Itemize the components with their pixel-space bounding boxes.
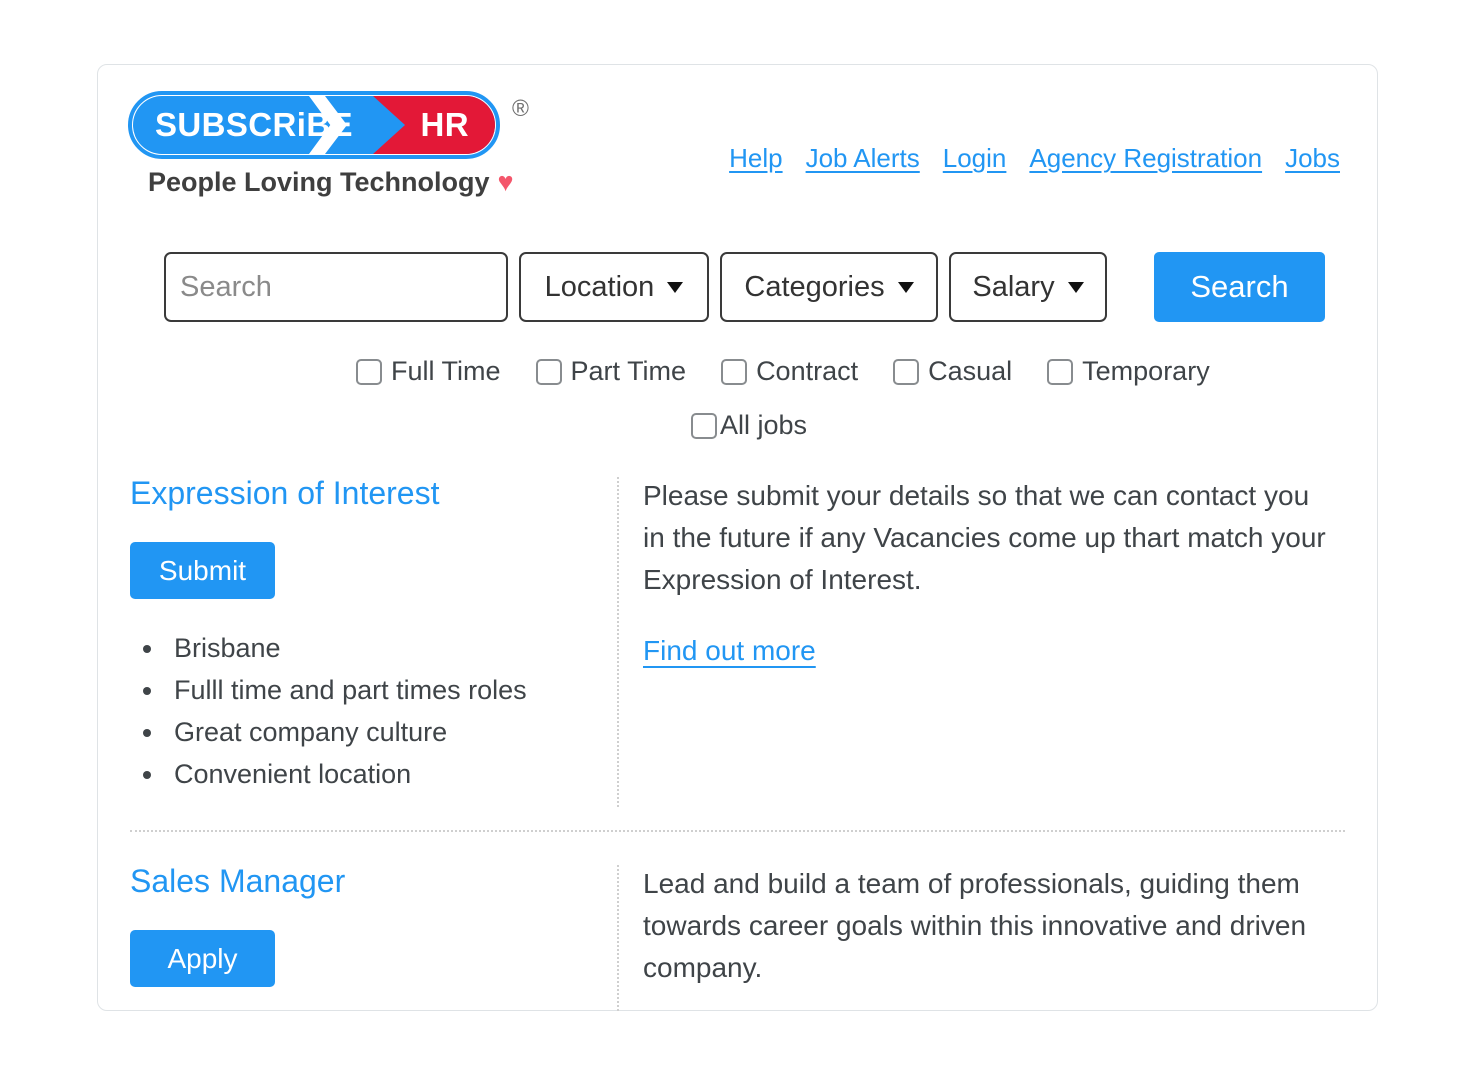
list-item: Great company culture: [166, 711, 615, 753]
brand-tagline-text: People Loving Technology: [148, 167, 490, 197]
listing-right-column: Please submit your details so that we ca…: [643, 475, 1328, 667]
job-search-bar: Location Categories Salary Search: [164, 252, 1325, 322]
checkbox-temporary[interactable]: Temporary: [1047, 356, 1210, 387]
checkbox-full-time[interactable]: Full Time: [356, 356, 501, 387]
apply-button[interactable]: Apply: [130, 930, 275, 987]
checkbox-label: Contract: [756, 356, 859, 386]
registered-trademark-icon: ®: [512, 95, 529, 121]
nav-link-help[interactable]: Help: [729, 143, 782, 174]
search-input[interactable]: [164, 252, 508, 322]
checkbox-icon[interactable]: [721, 358, 748, 385]
listing-description: Lead and build a team of professionals, …: [643, 868, 1307, 983]
listing-left-column: Sales Manager Apply: [130, 863, 615, 987]
heart-icon: ♥: [497, 167, 514, 197]
checkbox-contract[interactable]: Contract: [721, 356, 858, 387]
listing-title[interactable]: Sales Manager: [130, 863, 615, 900]
job-type-filter-row: Full Time Part Time Contract Casual Temp…: [356, 356, 1210, 387]
categories-dropdown-label: Categories: [744, 270, 885, 303]
column-divider: [617, 865, 619, 1011]
nav-link-agency-registration[interactable]: Agency Registration: [1029, 143, 1262, 174]
nav-link-job-alerts[interactable]: Job Alerts: [806, 143, 920, 174]
checkbox-icon[interactable]: [535, 358, 562, 385]
checkbox-label: All jobs: [720, 410, 808, 440]
listing-highlights: Brisbane Fulll time and part times roles…: [130, 627, 615, 795]
search-button[interactable]: Search: [1154, 252, 1325, 322]
chevron-down-icon: [897, 281, 914, 293]
column-divider: [617, 477, 619, 807]
find-out-more-link[interactable]: Find out more: [643, 635, 816, 667]
checkbox-label: Casual: [928, 356, 1013, 386]
listing-left-column: Expression of Interest Submit Brisbane F…: [130, 475, 615, 795]
top-navigation: Help Job Alerts Login Agency Registratio…: [729, 143, 1340, 174]
logo-wordmark-hr: HR: [420, 106, 469, 143]
listing-right-column: Lead and build a team of professionals, …: [643, 863, 1328, 989]
brand-tagline: People Loving Technology ♥: [148, 167, 514, 198]
checkbox-icon[interactable]: [356, 358, 382, 385]
salary-dropdown-label: Salary: [972, 270, 1055, 303]
listing-separator: [130, 830, 1345, 832]
logo-pill: SUBSCRiBE HR ®: [128, 91, 529, 159]
checkbox-icon[interactable]: [1047, 358, 1074, 385]
listing-title[interactable]: Expression of Interest: [130, 475, 615, 512]
chevron-down-icon: [1067, 281, 1084, 293]
chevron-down-icon: [667, 281, 684, 293]
list-item: Fulll time and part times roles: [166, 669, 615, 711]
checkbox-label: Full Time: [391, 356, 501, 386]
nav-link-jobs[interactable]: Jobs: [1285, 143, 1340, 174]
list-item: Brisbane: [166, 627, 615, 669]
all-jobs-filter-row: All jobs: [691, 410, 807, 441]
logo-wordmark-subscribe: SUBSCRiBE: [155, 106, 353, 143]
logo-fill: SUBSCRiBE HR: [133, 96, 495, 154]
nav-link-login[interactable]: Login: [943, 143, 1007, 174]
submit-button[interactable]: Submit: [130, 542, 275, 599]
brand-logo[interactable]: SUBSCRiBE HR ® People Loving Technology ♥: [128, 91, 558, 197]
checkbox-label: Part Time: [570, 356, 687, 386]
location-dropdown[interactable]: Location: [519, 252, 709, 322]
list-item: Convenient location: [166, 753, 615, 795]
job-board-card: SUBSCRiBE HR ® People Loving Technology ♥…: [97, 64, 1378, 1011]
checkbox-label: Temporary: [1082, 356, 1210, 386]
salary-dropdown[interactable]: Salary: [949, 252, 1107, 322]
checkbox-all-jobs[interactable]: All jobs: [691, 410, 807, 441]
checkbox-part-time[interactable]: Part Time: [535, 356, 687, 387]
checkbox-icon[interactable]: [691, 412, 717, 439]
checkbox-icon[interactable]: [893, 358, 920, 385]
checkbox-casual[interactable]: Casual: [893, 356, 1012, 387]
location-dropdown-label: Location: [544, 270, 655, 303]
page-root: SUBSCRiBE HR ® People Loving Technology ♥…: [0, 0, 1480, 1081]
categories-dropdown[interactable]: Categories: [720, 252, 938, 322]
listing-description: Please submit your details so that we ca…: [643, 480, 1326, 595]
